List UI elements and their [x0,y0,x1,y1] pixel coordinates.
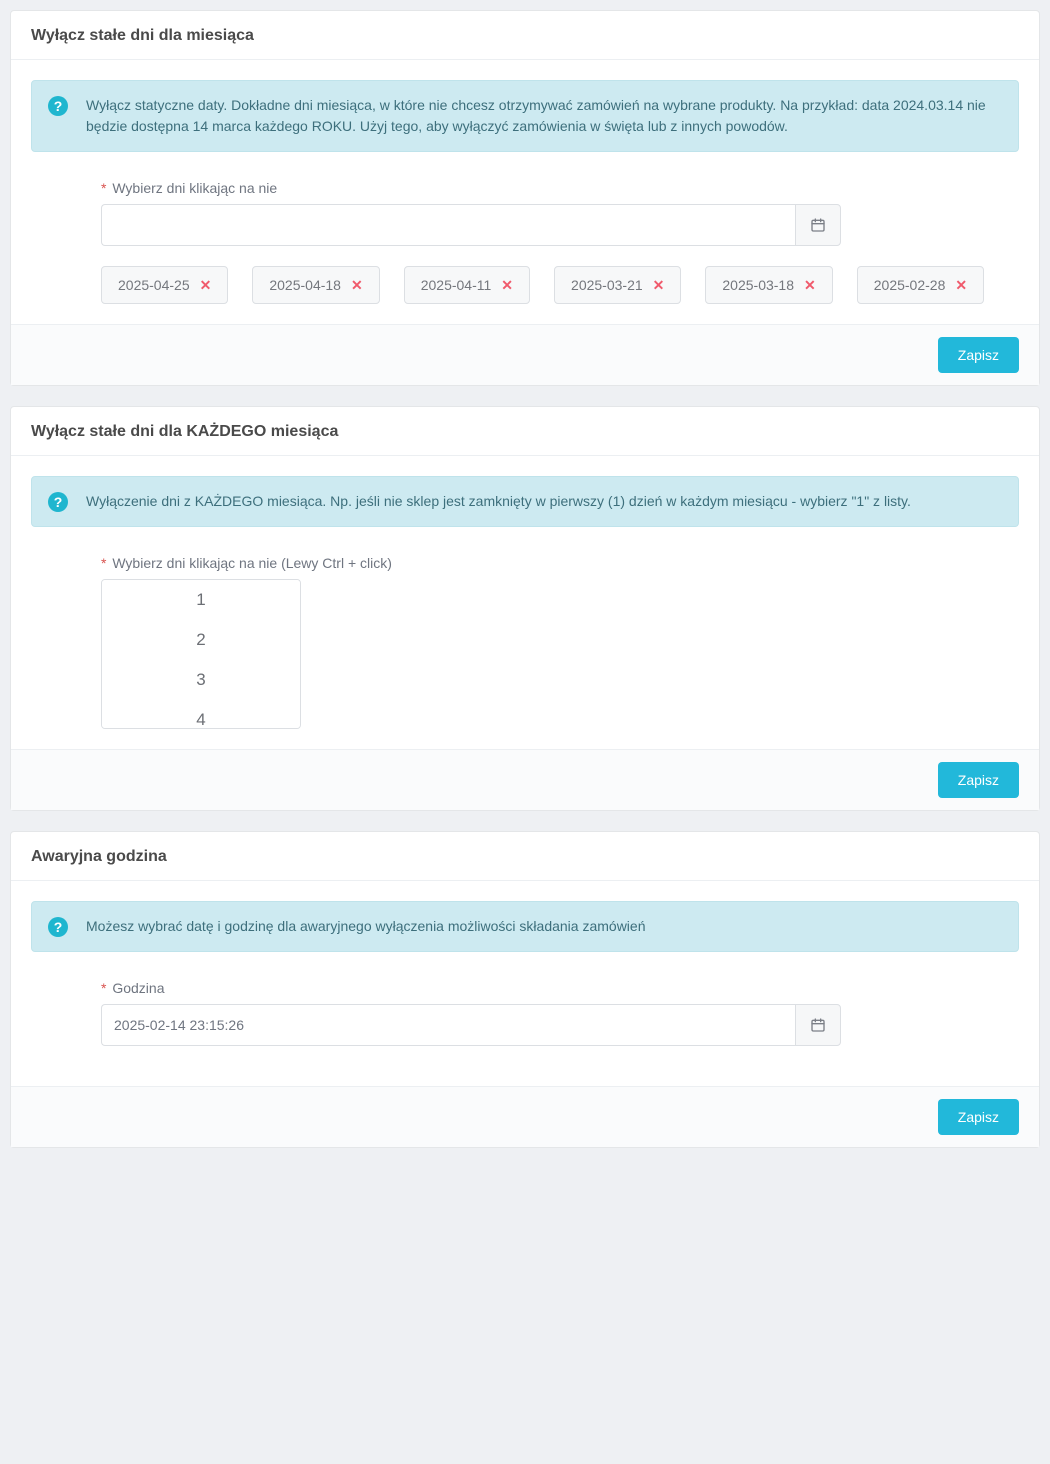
field-label-select-days-ctrl: * Wybierz dni klikając na nie (Lewy Ctrl… [101,555,1019,571]
form-block: * Wybierz dni klikając na nie (Lewy Ctrl… [31,555,1019,729]
panel-disable-every-month-days: Wyłącz stałe dni dla KAŻDEGO miesiąca ? … [10,406,1040,811]
panel-footer: Zapisz [11,749,1039,810]
date-chip-label: 2025-03-21 [571,277,643,293]
question-mark-icon: ? [48,917,68,937]
remove-chip-icon[interactable]: ✕ [955,278,967,292]
question-mark-icon: ? [48,96,68,116]
save-button[interactable]: Zapisz [938,762,1019,798]
panel-title-emergency-hour: Awaryjna godzina [31,848,1019,866]
help-alert: ? Wyłączenie dni z KAŻDEGO miesiąca. Np.… [31,476,1019,527]
remove-chip-icon[interactable]: ✕ [804,278,816,292]
date-chip-label: 2025-02-28 [874,277,946,293]
date-chip-label: 2025-04-18 [269,277,341,293]
date-chip-label: 2025-04-11 [421,277,492,293]
save-button[interactable]: Zapisz [938,1099,1019,1135]
calendar-icon [810,217,826,233]
panel-emergency-hour: Awaryjna godzina ? Możesz wybrać datę i … [10,831,1040,1148]
panel-disable-static-days: Wyłącz stałe dni dla miesiąca ? Wyłącz s… [10,10,1040,386]
help-alert: ? Możesz wybrać datę i godzinę dla awary… [31,901,1019,952]
panel-header: Awaryjna godzina [11,832,1039,881]
help-icon: ? [48,492,68,512]
date-chip: 2025-03-21 ✕ [554,266,681,304]
help-icon: ? [48,96,68,116]
date-chip-label: 2025-03-18 [722,277,794,293]
date-input[interactable] [101,204,795,246]
form-block: * Wybierz dni klikając na nie 2025-0 [31,180,1019,304]
calendar-picker-button[interactable] [795,204,841,246]
panel-footer: Zapisz [11,1086,1039,1147]
panel-header: Wyłącz stałe dni dla KAŻDEGO miesiąca [11,407,1039,456]
save-button[interactable]: Zapisz [938,337,1019,373]
panel-body: ? Wyłączenie dni z KAŻDEGO miesiąca. Np.… [11,456,1039,749]
field-label-text: Godzina [112,980,164,996]
remove-chip-icon[interactable]: ✕ [501,278,513,292]
field-label-select-days: * Wybierz dni klikając na nie [101,180,1019,196]
panel-title-every-month: Wyłącz stałe dni dla KAŻDEGO miesiąca [31,423,1019,441]
help-text: Możesz wybrać datę i godzinę dla awaryjn… [86,916,646,937]
remove-chip-icon[interactable]: ✕ [653,278,665,292]
date-chip: 2025-02-28 ✕ [857,266,984,304]
help-text: Wyłącz statyczne daty. Dokładne dni mies… [86,95,1002,137]
field-label-text: Wybierz dni klikając na nie (Lewy Ctrl +… [112,555,392,571]
help-icon: ? [48,917,68,937]
calendar-icon [810,1017,826,1033]
remove-chip-icon[interactable]: ✕ [351,278,363,292]
day-option[interactable]: 4 [102,700,300,729]
required-star: * [101,980,106,996]
date-chip: 2025-04-18 ✕ [252,266,379,304]
field-label-hour: * Godzina [101,980,1019,996]
required-star: * [101,555,106,571]
date-chip: 2025-03-18 ✕ [705,266,832,304]
day-multi-select[interactable]: 1234 [101,579,301,729]
date-chip-label: 2025-04-25 [118,277,190,293]
datetime-input[interactable] [101,1004,795,1046]
day-option[interactable]: 1 [102,580,300,620]
question-mark-icon: ? [48,492,68,512]
date-input-group [101,204,841,246]
field-label-text: Wybierz dni klikając na nie [112,180,277,196]
date-chip: 2025-04-11 ✕ [404,266,530,304]
remove-chip-icon[interactable]: ✕ [200,278,212,292]
date-chip: 2025-04-25 ✕ [101,266,228,304]
calendar-picker-button[interactable] [795,1004,841,1046]
form-block: * Godzina [31,980,1019,1046]
panel-title-static-days: Wyłącz stałe dni dla miesiąca [31,27,1019,45]
day-option[interactable]: 3 [102,660,300,700]
panel-body: ? Wyłącz statyczne daty. Dokładne dni mi… [11,60,1039,324]
help-alert: ? Wyłącz statyczne daty. Dokładne dni mi… [31,80,1019,152]
day-option[interactable]: 2 [102,620,300,660]
datetime-input-group [101,1004,841,1046]
date-chips-list: 2025-04-25✕2025-04-18✕2025-04-11✕2025-03… [101,266,1019,304]
help-text: Wyłączenie dni z KAŻDEGO miesiąca. Np. j… [86,491,911,512]
panel-footer: Zapisz [11,324,1039,385]
panel-header: Wyłącz stałe dni dla miesiąca [11,11,1039,60]
panel-body: ? Możesz wybrać datę i godzinę dla awary… [11,881,1039,1086]
required-star: * [101,180,106,196]
